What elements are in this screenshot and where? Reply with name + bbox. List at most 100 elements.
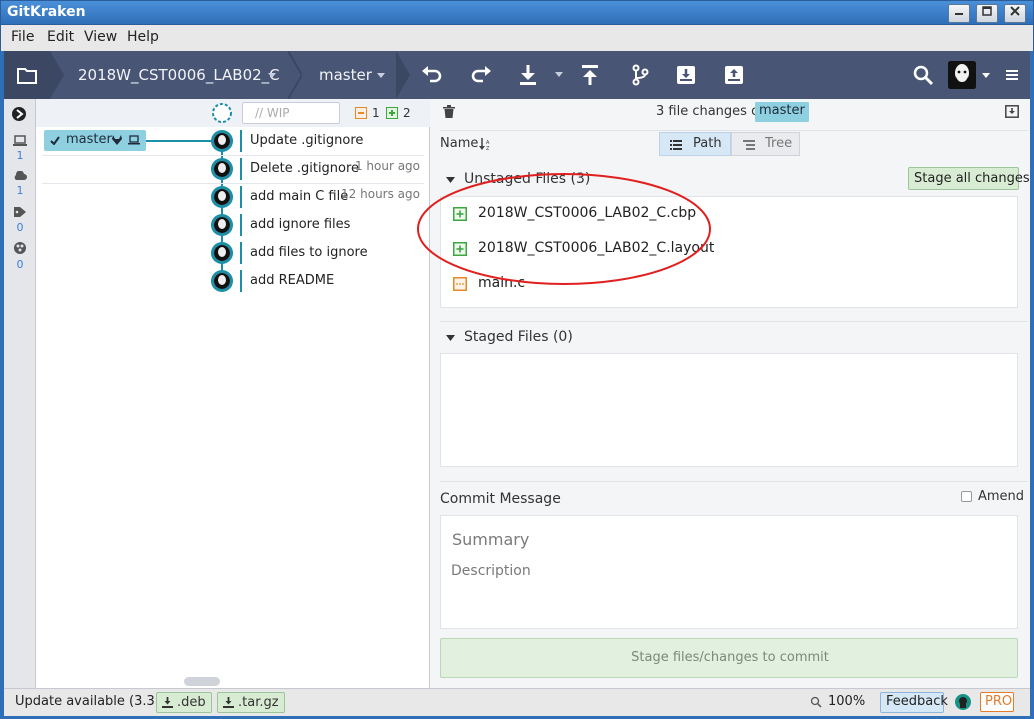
deb-label: .deb (177, 695, 206, 710)
commit-node[interactable] (211, 186, 233, 208)
commit-row[interactable]: add ignore files (36, 211, 430, 239)
staged-file-list (440, 353, 1018, 467)
sidebar-local[interactable]: 1 (4, 135, 36, 162)
stash-icon[interactable] (674, 63, 698, 87)
wip-row[interactable]: // WIP 1 2 (36, 99, 430, 127)
trash-icon[interactable] (443, 105, 455, 118)
sort-icon[interactable]: AZ (479, 138, 491, 150)
changes-summary: 3 file changes on (656, 104, 768, 119)
horizontal-scrollbar[interactable] (184, 677, 220, 686)
chevron-down-icon[interactable] (982, 73, 990, 78)
pro-badge[interactable]: PRO (980, 692, 1014, 712)
menu-edit[interactable]: Edit (47, 29, 74, 45)
close-window-button[interactable] (1004, 4, 1026, 23)
menu-file[interactable]: File (11, 29, 34, 45)
path-label: Path (693, 136, 722, 151)
commit-message-box[interactable]: Summary Description (440, 515, 1018, 629)
commit-row[interactable]: add README (36, 267, 430, 295)
pro-label: PRO (985, 694, 1013, 709)
pull-icon[interactable] (516, 63, 540, 87)
summary-input[interactable]: Summary (452, 530, 529, 549)
commit-row[interactable]: add main C file 12 hours ago (36, 183, 430, 211)
menu-help[interactable]: Help (127, 29, 159, 45)
tree-view-button[interactable]: Tree (731, 132, 800, 156)
menu-view[interactable]: View (84, 29, 117, 45)
chevron-down-icon (268, 73, 276, 78)
path-view-button[interactable]: Path (659, 132, 731, 156)
amend-checkbox[interactable] (961, 491, 972, 502)
wip-placeholder: // WIP (255, 106, 290, 120)
commit-graph-bar (240, 186, 242, 208)
sort-name-label[interactable]: Name (440, 136, 478, 151)
expand-sidebar-icon[interactable] (12, 107, 26, 121)
stage-all-button[interactable]: Stage all changes (908, 167, 1030, 190)
status-bar: Update available (3.3.4) .deb .tar.gz 10… (4, 688, 1030, 716)
commit-graph-bar (240, 270, 242, 292)
remote-count: 1 (16, 184, 24, 197)
submodules-count: 0 (16, 258, 24, 271)
pop-icon[interactable] (722, 63, 746, 87)
window-frame-right (1030, 51, 1034, 719)
commit-message-label: Commit Message (440, 491, 561, 507)
commit-node[interactable] (211, 214, 233, 236)
user-avatar-icon (214, 273, 230, 289)
feedback-button[interactable]: Feedback (880, 692, 948, 713)
sidebar-tags[interactable]: 0 (4, 206, 36, 234)
commit-node[interactable] (211, 242, 233, 264)
push-icon[interactable] (578, 63, 602, 87)
commit-message: add ignore files (250, 217, 351, 232)
breadcrumb-separator (50, 51, 64, 99)
zoom-icon (810, 696, 822, 708)
cloud-icon (14, 170, 27, 180)
commit-node[interactable] (211, 158, 233, 180)
open-repo-button[interactable] (4, 51, 50, 99)
sidebar-remote[interactable]: 1 (4, 170, 36, 197)
zoom-level[interactable]: 100% (828, 694, 865, 709)
avatar[interactable] (948, 61, 976, 89)
commit-row[interactable]: add files to ignore (36, 239, 430, 267)
minimize-button[interactable] (948, 4, 970, 23)
divider (440, 481, 1028, 482)
menu-icon[interactable] (1006, 68, 1020, 82)
search-icon[interactable] (911, 63, 935, 87)
laptop-icon (13, 135, 27, 146)
user-avatar-icon (948, 61, 976, 89)
commit-node[interactable] (211, 130, 233, 152)
added-file-icon (386, 107, 398, 119)
chevron-down-icon (377, 73, 385, 78)
download-deb-button[interactable]: .deb (156, 692, 212, 713)
sidebar-submodules[interactable]: 0 (4, 241, 36, 271)
commit-row[interactable]: Update .gitignore (36, 127, 430, 155)
commit-node[interactable] (211, 270, 233, 292)
tree-label: Tree (765, 136, 793, 151)
undo-icon[interactable] (420, 63, 444, 87)
wip-added-count: 2 (403, 106, 411, 120)
commit-button[interactable]: Stage files/changes to commit (440, 638, 1018, 678)
divider (440, 130, 1028, 131)
window-title: GitKraken (7, 4, 86, 20)
collapse-arrow-icon (446, 335, 455, 341)
maximize-button[interactable] (976, 4, 998, 23)
branch-icon[interactable] (628, 63, 652, 87)
description-input[interactable]: Description (451, 563, 531, 579)
download-panel-icon[interactable] (1005, 105, 1019, 118)
branch-name[interactable]: master (319, 51, 372, 99)
targz-label: .tar.gz (238, 695, 279, 710)
commit-graph-bar (240, 242, 242, 264)
user-avatar-icon (214, 161, 230, 177)
folder-icon (17, 68, 37, 84)
repo-name[interactable]: 2018W_CST0006_LAB02_C (78, 51, 280, 99)
tag-icon (14, 207, 26, 217)
amend-label: Amend (978, 489, 1025, 504)
redo-icon[interactable] (469, 63, 493, 87)
download-targz-button[interactable]: .tar.gz (217, 692, 285, 713)
wip-input[interactable]: // WIP (242, 102, 340, 124)
download-icon (223, 697, 234, 708)
menu-bar: File Edit View Help (0, 25, 1034, 51)
commit-row[interactable]: Delete .gitignore 1 hour ago (36, 155, 430, 183)
chevron-down-icon[interactable] (555, 72, 563, 77)
commit-panel: 3 file changes on master Name AZ Path Tr… (417, 99, 1030, 688)
svg-text:Z: Z (486, 146, 490, 150)
user-avatar-icon (214, 217, 230, 233)
author-avatar (214, 133, 230, 149)
